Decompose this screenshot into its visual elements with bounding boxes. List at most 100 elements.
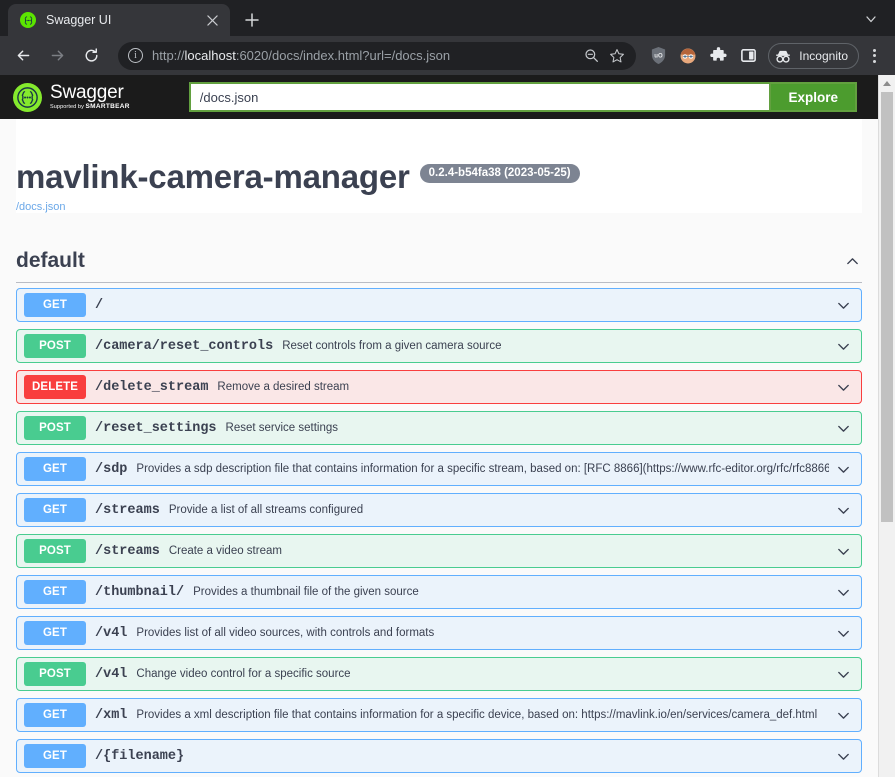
- operation-row[interactable]: DELETE/delete_stream Remove a desired str…: [16, 370, 862, 405]
- operation-summary: Change video control for a specific sour…: [136, 668, 351, 681]
- operations-list: GET / POST/camera/reset_controls Reset cont…: [16, 283, 862, 774]
- tab-strip: Swagger UI: [0, 0, 895, 36]
- chevron-down-icon[interactable]: [829, 701, 857, 729]
- forward-arrow-icon[interactable]: [42, 41, 72, 71]
- operation-method-badge: GET: [24, 744, 86, 769]
- chevron-down-icon[interactable]: [829, 455, 857, 483]
- operation-path: /v4l: [95, 666, 128, 682]
- incognito-icon: [773, 46, 793, 66]
- tag-section-default: default GET / POST/camera/reset_controls Re…: [16, 249, 862, 774]
- chevron-down-icon[interactable]: [829, 291, 857, 319]
- info-circle-icon[interactable]: i: [128, 48, 143, 63]
- operation-path: /streams: [95, 543, 160, 559]
- api-info: mavlink-camera-manager 0.2.4-b54fa38 (20…: [16, 119, 862, 214]
- operation-path: /streams: [95, 502, 160, 518]
- chevron-down-icon[interactable]: [829, 660, 857, 688]
- supported-by-text: Supported by: [50, 104, 86, 111]
- new-tab-button[interactable]: [238, 6, 266, 34]
- version-badge: 0.2.4-b54fa38 (2023-05-25): [419, 164, 580, 183]
- operation-path: /thumbnail/: [95, 584, 185, 600]
- address-bar[interactable]: i http://localhost:6020/docs/index.html?…: [118, 41, 637, 70]
- browser-tab-swagger-ui[interactable]: Swagger UI: [8, 4, 230, 36]
- address-bar-url: http://localhost:6020/docs/index.html?ur…: [152, 48, 578, 63]
- close-icon[interactable]: [202, 10, 222, 30]
- star-icon[interactable]: [604, 43, 630, 69]
- chevron-down-icon[interactable]: [857, 5, 885, 33]
- page-scrollbar[interactable]: [878, 75, 895, 777]
- swagger-supported-by: Supported by SMARTBEAR: [50, 104, 130, 111]
- operation-path: /: [95, 297, 104, 313]
- explore-button[interactable]: Explore: [769, 82, 857, 112]
- operation-method-badge: GET: [24, 498, 86, 523]
- back-arrow-icon[interactable]: [8, 41, 38, 71]
- face-extension-icon[interactable]: [674, 42, 702, 70]
- swagger-logo[interactable]: Swagger Supported by SMARTBEAR: [13, 82, 130, 112]
- chevron-down-icon[interactable]: [829, 414, 857, 442]
- scrollbar-track[interactable]: [879, 92, 895, 777]
- side-panel-icon[interactable]: [734, 42, 762, 70]
- operation-summary: Provide a list of all streams configured: [168, 504, 364, 517]
- swagger-url-input[interactable]: [188, 82, 770, 112]
- api-definition-link[interactable]: /docs.json: [16, 201, 862, 213]
- chevron-down-icon[interactable]: [829, 619, 857, 647]
- operation-row[interactable]: POST/camera/reset_controls Reset controls…: [16, 329, 862, 364]
- operation-summary: Reset service settings: [225, 422, 339, 435]
- operation-path: /sdp: [95, 461, 128, 477]
- operation-path: /camera/reset_controls: [95, 338, 274, 354]
- url-scheme: http://: [152, 48, 185, 63]
- chevron-down-icon[interactable]: [829, 537, 857, 565]
- page-title: mavlink-camera-manager: [16, 158, 410, 195]
- operation-method-badge: POST: [24, 334, 86, 359]
- operation-method-badge: GET: [24, 621, 86, 646]
- kebab-menu-icon[interactable]: [861, 42, 887, 70]
- url-host: localhost: [184, 48, 236, 63]
- operation-row[interactable]: GET/xml Provides a xml description file t…: [16, 698, 862, 733]
- operation-path: /xml: [95, 707, 128, 723]
- chevron-down-icon[interactable]: [829, 578, 857, 606]
- operation-row[interactable]: GET/sdp Provides a sdp description file t…: [16, 452, 862, 487]
- swagger-logo-icon: [13, 82, 42, 112]
- operation-method-badge: GET: [24, 580, 86, 605]
- explore-form: Explore: [188, 82, 857, 112]
- operation-method-badge: GET: [24, 703, 86, 728]
- chevron-up-icon[interactable]: [842, 251, 862, 271]
- operation-summary: Provides a thumbnail file of the given s…: [193, 586, 419, 599]
- operation-summary: Provides list of all video sources, with…: [136, 627, 435, 640]
- tag-name: default: [16, 249, 85, 273]
- operation-row[interactable]: POST/v4l Change video control for a speci…: [16, 657, 862, 692]
- operation-row[interactable]: POST/reset_settings Reset service setting…: [16, 411, 862, 446]
- api-title-row: mavlink-camera-manager 0.2.4-b54fa38 (20…: [16, 158, 862, 195]
- reload-icon[interactable]: [76, 41, 106, 71]
- chevron-down-icon[interactable]: [829, 373, 857, 401]
- scrollbar-thumb[interactable]: [881, 92, 893, 522]
- swagger-wordmark: Swagger: [50, 82, 124, 104]
- incognito-indicator[interactable]: Incognito: [768, 42, 859, 69]
- chevron-down-icon[interactable]: [829, 742, 857, 770]
- chevron-down-icon[interactable]: [829, 496, 857, 524]
- operation-row[interactable]: GET/streams Provide a list of all streams…: [16, 493, 862, 528]
- operation-row[interactable]: GET/v4l Provides list of all video source…: [16, 616, 862, 651]
- page-viewport: Swagger Supported by SMARTBEAR Explore m…: [0, 75, 895, 777]
- search-minus-icon[interactable]: [578, 43, 604, 69]
- swagger-favicon-icon: [20, 12, 36, 28]
- operation-method-badge: POST: [24, 662, 86, 687]
- chevron-down-icon[interactable]: [829, 332, 857, 360]
- swagger-content: mavlink-camera-manager 0.2.4-b54fa38 (20…: [0, 119, 878, 777]
- operation-row[interactable]: GET/thumbnail/Provides a thumbnail file …: [16, 575, 862, 610]
- scrollbar-up-arrow-icon[interactable]: [879, 75, 895, 92]
- tag-header[interactable]: default: [16, 249, 862, 284]
- operation-summary: Reset controls from a given camera sourc…: [282, 340, 502, 353]
- operation-row[interactable]: POST/streams Create a video stream: [16, 534, 862, 569]
- smartbear-brand: SMARTBEAR: [85, 103, 130, 111]
- web-page-content: Swagger Supported by SMARTBEAR Explore m…: [0, 75, 878, 777]
- operation-summary: Remove a desired stream: [217, 381, 350, 394]
- operation-summary: Provides a sdp description file that con…: [136, 463, 829, 476]
- svg-text:uO: uO: [654, 53, 663, 59]
- puzzle-piece-icon[interactable]: [704, 42, 732, 70]
- operation-row[interactable]: GET /{filename}: [16, 739, 862, 774]
- operation-path: /v4l: [95, 625, 128, 641]
- ublock-shield-icon[interactable]: uO: [644, 42, 672, 70]
- operation-row[interactable]: GET /: [16, 288, 862, 323]
- operation-method-badge: POST: [24, 416, 86, 441]
- operation-path: /delete_stream: [95, 379, 209, 395]
